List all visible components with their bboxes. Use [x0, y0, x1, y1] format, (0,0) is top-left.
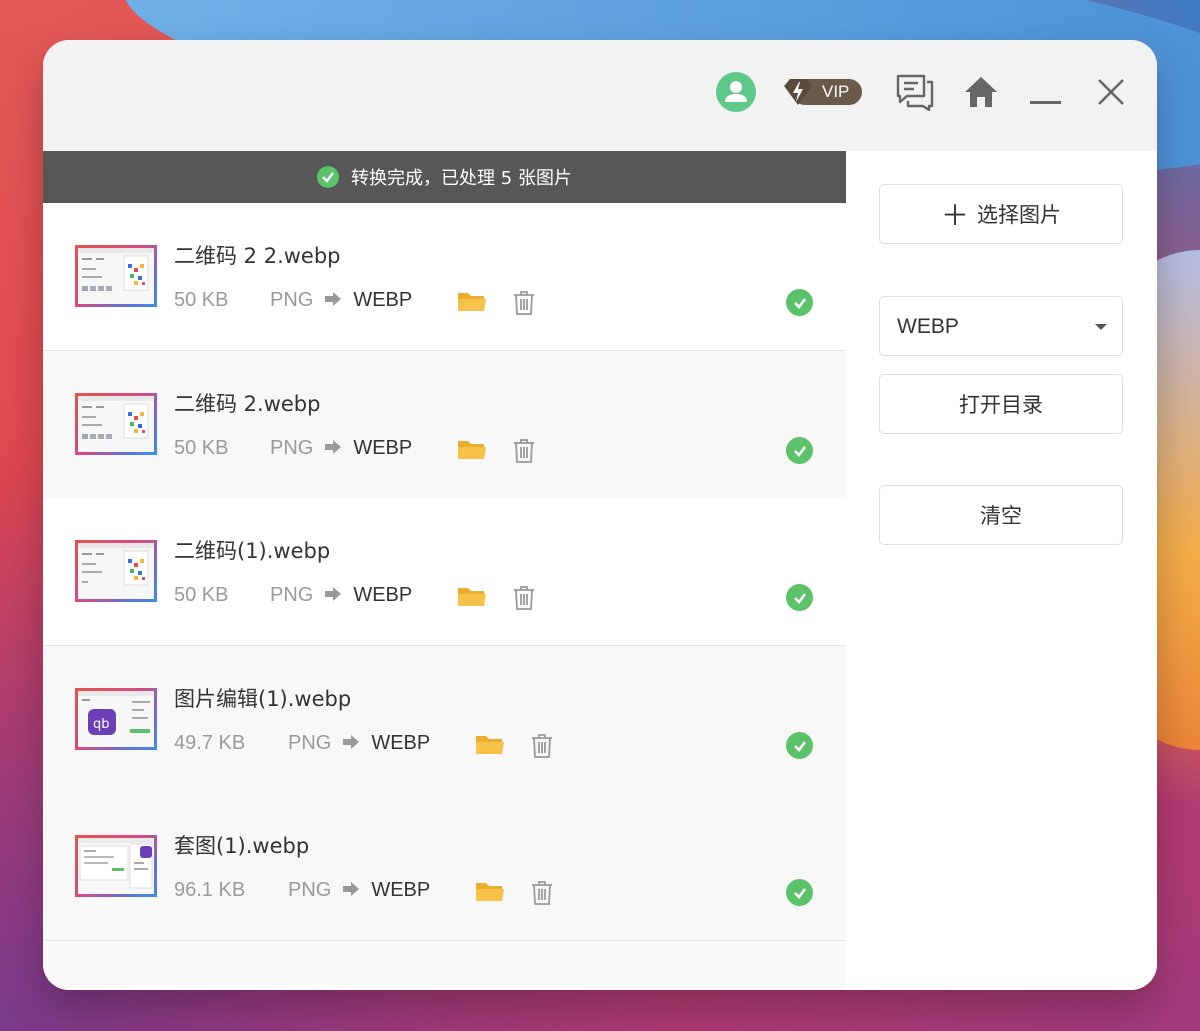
- file-name: 图片编辑(1).webp: [174, 687, 352, 711]
- folder-icon[interactable]: [476, 734, 504, 756]
- conversion-info: PNG WEBP: [270, 289, 412, 312]
- source-format: PNG: [288, 732, 332, 754]
- format-select-value: WEBP: [897, 315, 959, 338]
- source-format: PNG: [288, 879, 332, 901]
- target-format: WEBP: [353, 289, 413, 311]
- file-size: 49.7 KB: [174, 732, 246, 754]
- feedback-icon[interactable]: [896, 73, 934, 112]
- done-check-icon: [786, 289, 813, 316]
- folder-icon[interactable]: [458, 439, 486, 461]
- trash-icon[interactable]: [513, 585, 535, 610]
- vip-badge[interactable]: VIP: [782, 77, 864, 107]
- target-format: WEBP: [353, 437, 413, 459]
- format-select[interactable]: WEBP: [879, 296, 1123, 356]
- done-check-icon: [786, 732, 813, 759]
- minimize-icon[interactable]: [1030, 90, 1061, 104]
- file-thumbnail: [75, 835, 157, 897]
- arrow-right-icon: [343, 732, 360, 755]
- done-check-icon: [786, 437, 813, 464]
- file-size: 50 KB: [174, 289, 229, 311]
- folder-icon[interactable]: [458, 291, 486, 313]
- file-name: 套图(1).webp: [174, 834, 310, 858]
- file-size: 50 KB: [174, 584, 229, 606]
- status-message: 转换完成，已处理 5 张图片: [351, 168, 572, 189]
- clear-button[interactable]: 清空: [879, 485, 1123, 545]
- plus-icon: ＋: [940, 199, 969, 232]
- file-thumbnail: [75, 245, 157, 307]
- trash-icon[interactable]: [513, 438, 535, 463]
- folder-icon[interactable]: [476, 881, 504, 903]
- arrow-right-icon: [343, 879, 360, 902]
- file-list-panel: 转换完成，已处理 5 张图片 二维码 2 2.webp 50 KB PNG WE…: [43, 151, 846, 990]
- folder-icon[interactable]: [458, 586, 486, 608]
- conversion-info: PNG WEBP: [288, 732, 430, 755]
- clear-label: 清空: [980, 504, 1022, 528]
- svg-text:qb: qb: [93, 717, 110, 732]
- select-images-label: 选择图片: [977, 203, 1061, 227]
- file-name: 二维码(1).webp: [174, 539, 331, 563]
- open-directory-label: 打开目录: [959, 393, 1043, 417]
- arrow-right-icon: [325, 584, 342, 607]
- file-row[interactable]: 二维码 2 2.webp 50 KB PNG WEBP: [43, 203, 846, 351]
- select-images-button[interactable]: ＋ 选择图片: [879, 184, 1123, 244]
- trash-icon[interactable]: [531, 733, 553, 758]
- conversion-info: PNG WEBP: [270, 437, 412, 460]
- success-check-icon: [317, 166, 340, 188]
- file-size: 96.1 KB: [174, 879, 246, 901]
- file-thumbnail: [75, 540, 157, 602]
- source-format: PNG: [270, 584, 314, 606]
- source-format: PNG: [270, 289, 314, 311]
- file-row[interactable]: qb 图片编辑(1).webp 49.7 KB PNG WEBP: [43, 646, 846, 794]
- source-format: PNG: [270, 437, 314, 459]
- file-name: 二维码 2.webp: [174, 392, 321, 416]
- title-bar: VIP: [43, 40, 1157, 151]
- sidebar: ＋ 选择图片 WEBP 打开目录 清空: [846, 151, 1157, 990]
- file-row[interactable]: 套图(1).webp 96.1 KB PNG WEBP: [43, 793, 846, 941]
- home-icon[interactable]: [964, 76, 998, 108]
- trash-icon[interactable]: [531, 880, 553, 905]
- file-size: 50 KB: [174, 437, 229, 459]
- status-banner: 转换完成，已处理 5 张图片: [43, 151, 846, 203]
- chevron-down-icon: [1095, 324, 1107, 330]
- arrow-right-icon: [325, 437, 342, 460]
- user-avatar-icon[interactable]: [716, 72, 756, 112]
- file-thumbnail: [75, 393, 157, 455]
- target-format: WEBP: [371, 732, 431, 754]
- file-name: 二维码 2 2.webp: [174, 244, 341, 268]
- file-thumbnail: qb: [75, 688, 157, 750]
- file-row[interactable]: 二维码 2.webp 50 KB PNG WEBP: [43, 351, 846, 499]
- target-format: WEBP: [371, 879, 431, 901]
- conversion-info: PNG WEBP: [270, 584, 412, 607]
- vip-label: VIP: [822, 82, 850, 101]
- conversion-info: PNG WEBP: [288, 879, 430, 902]
- close-icon[interactable]: [1097, 78, 1125, 106]
- trash-icon[interactable]: [513, 290, 535, 315]
- target-format: WEBP: [353, 584, 413, 606]
- app-window: VIP 转换完成，已处理 5 张图片 二维码 2 2.webp 50 KB PN…: [43, 40, 1157, 990]
- arrow-right-icon: [325, 289, 342, 312]
- file-row[interactable]: 二维码(1).webp 50 KB PNG WEBP: [43, 498, 846, 646]
- done-check-icon: [786, 584, 813, 611]
- done-check-icon: [786, 879, 813, 906]
- open-directory-button[interactable]: 打开目录: [879, 374, 1123, 434]
